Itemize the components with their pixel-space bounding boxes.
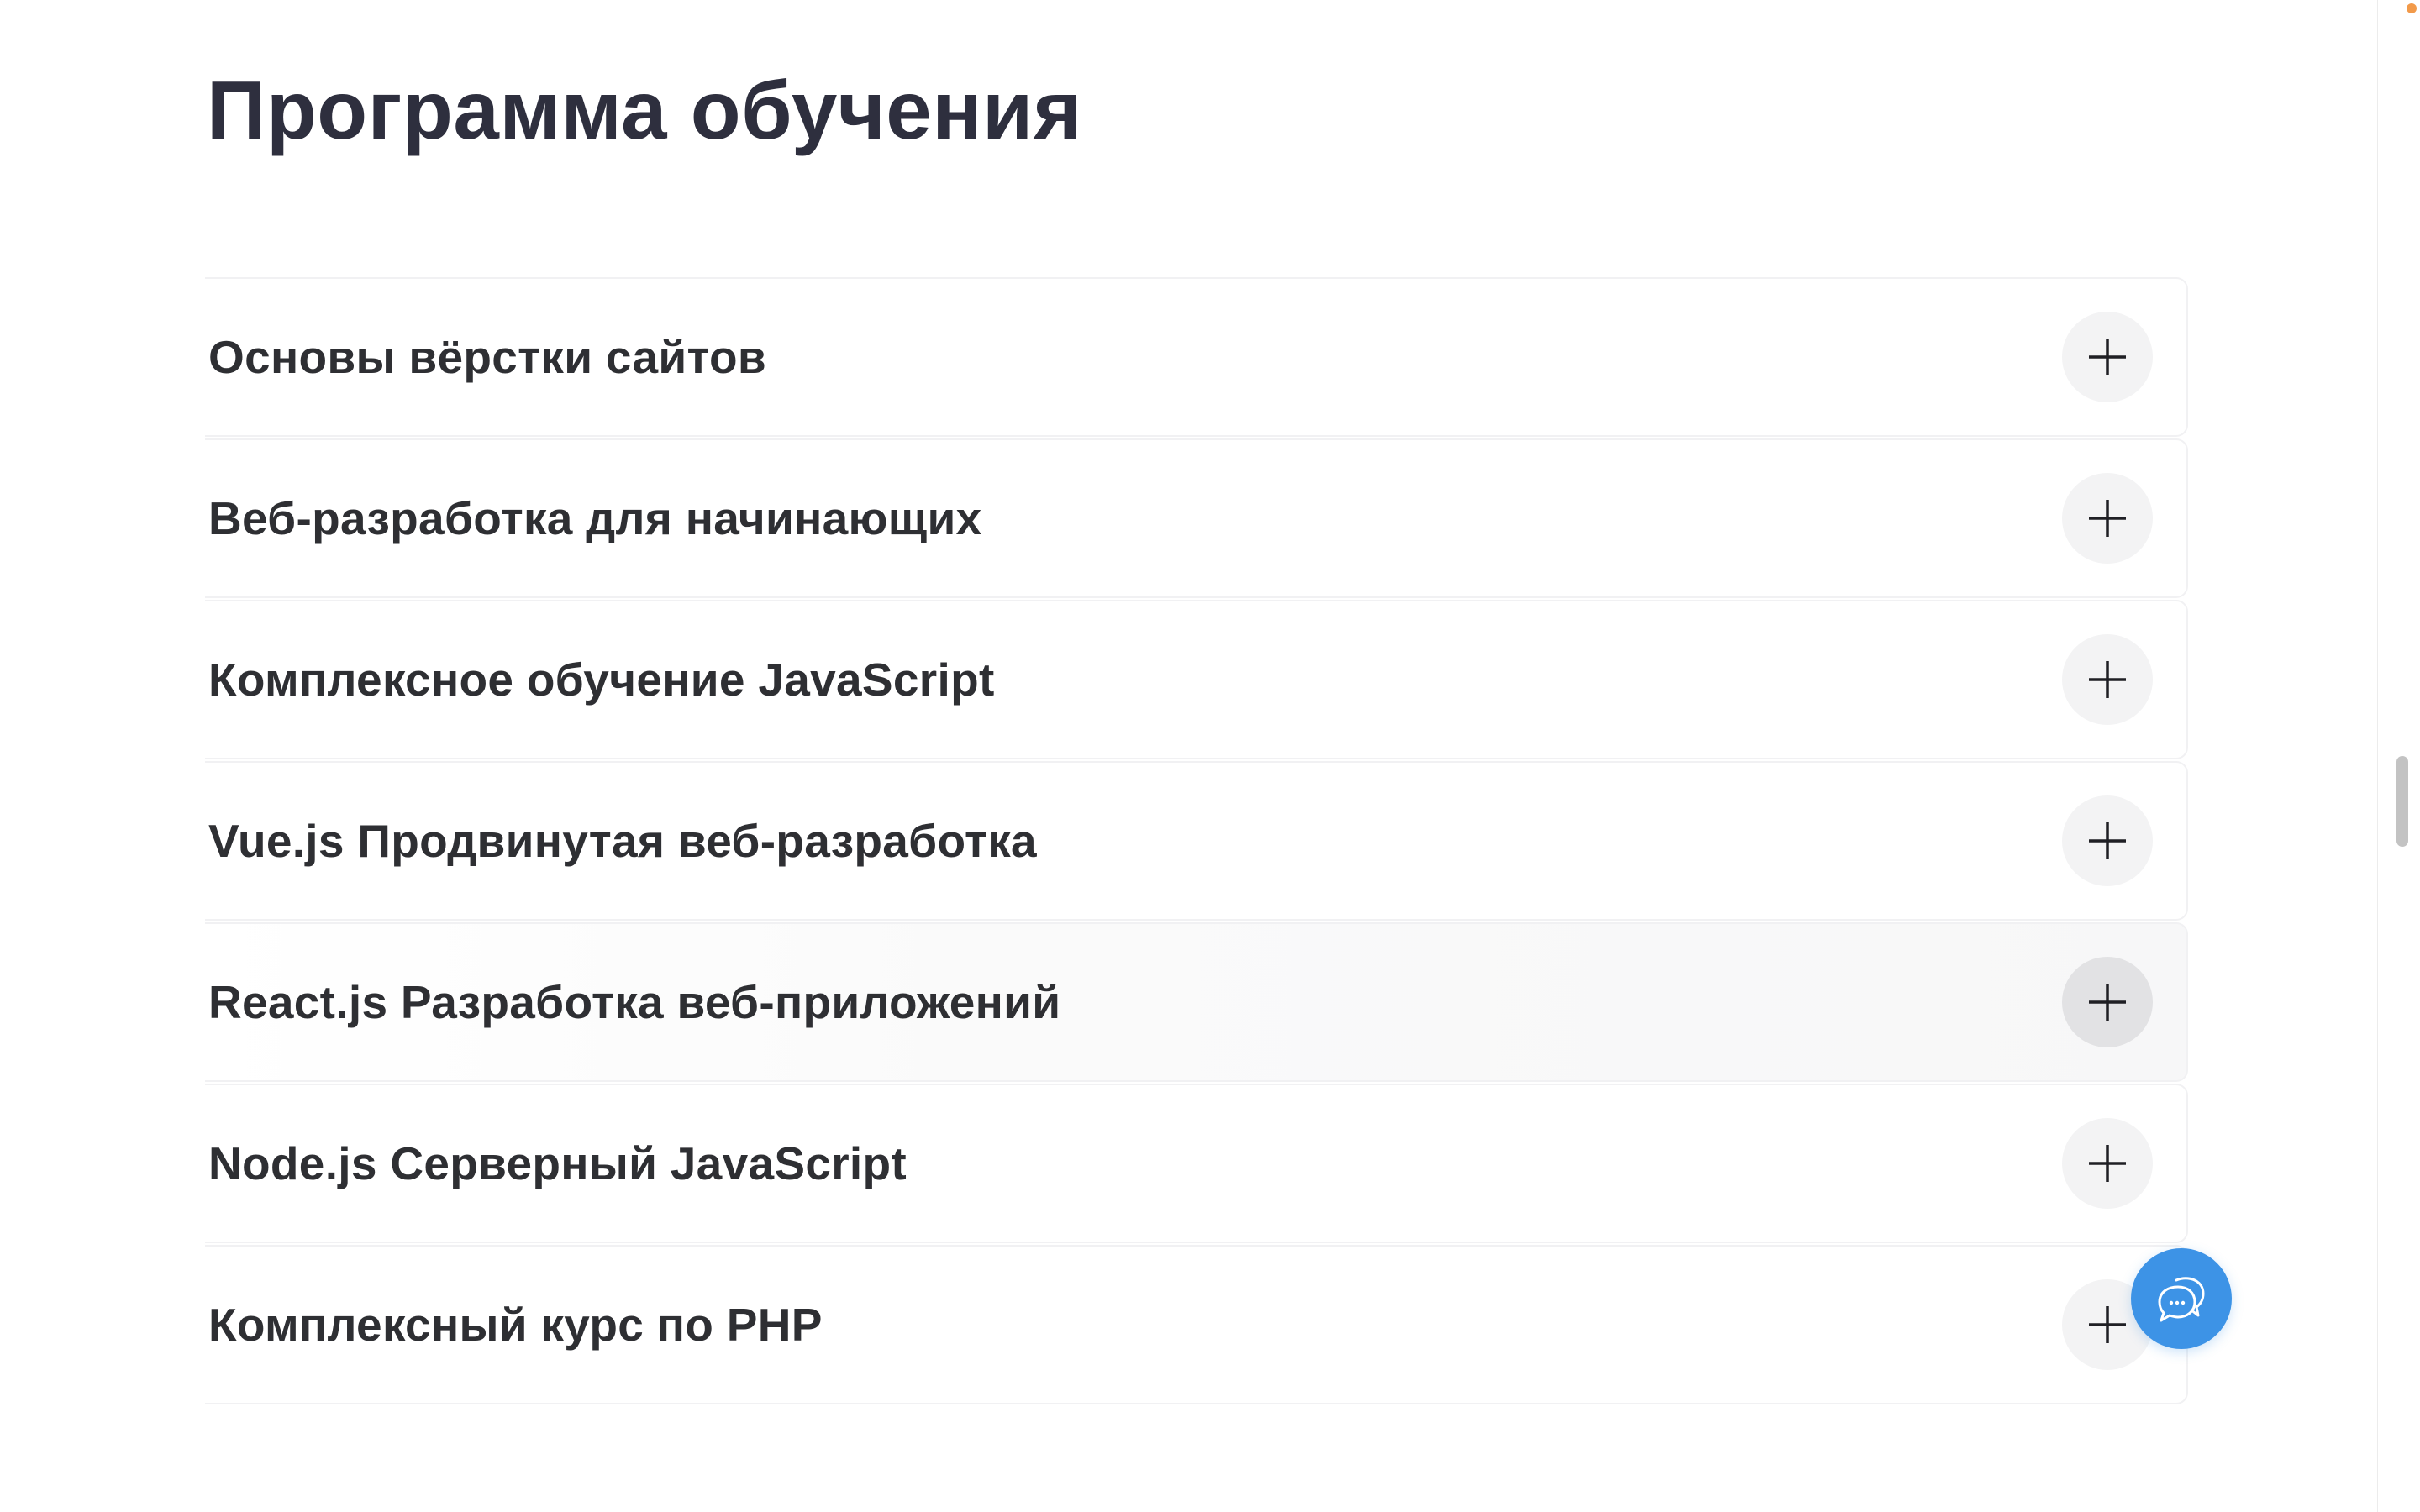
plus-icon	[2089, 984, 2126, 1021]
expand-button[interactable]	[2062, 634, 2153, 725]
vertical-scrollbar[interactable]	[2377, 0, 2420, 1512]
expand-button[interactable]	[2062, 957, 2153, 1047]
accordion-item-php[interactable]: Комплексный курс по PHP	[205, 1245, 2188, 1404]
page-title: Программа обучения	[207, 64, 1082, 156]
plus-icon	[2089, 1145, 2126, 1182]
plus-icon	[2089, 661, 2126, 698]
plus-icon	[2089, 822, 2126, 859]
expand-button[interactable]	[2062, 312, 2153, 402]
plus-icon	[2089, 339, 2126, 375]
scrollbar-thumb[interactable]	[2396, 756, 2408, 847]
chat-bubbles-icon	[2158, 1277, 2205, 1322]
expand-button[interactable]	[2062, 473, 2153, 564]
course-program-accordion: Основы вёрстки сайтов Веб-разработка для…	[205, 277, 2188, 1406]
plus-icon	[2089, 500, 2126, 537]
accordion-item-javascript[interactable]: Комплексное обучение JavaScript	[205, 600, 2188, 759]
expand-button[interactable]	[2062, 1118, 2153, 1209]
accordion-item-title: Основы вёрстки сайтов	[208, 331, 766, 383]
accordion-item-title: Веб-разработка для начинающих	[208, 492, 982, 544]
accordion-item-title: Vue.js Продвинутая веб-разработка	[208, 815, 1037, 867]
page: Программа обучения Основы вёрстки сайтов…	[0, 0, 2420, 1512]
accordion-item-web-beginners[interactable]: Веб-разработка для начинающих	[205, 438, 2188, 598]
accordion-item-node[interactable]: Node.js Серверный JavaScript	[205, 1084, 2188, 1243]
accordion-item-title: Комплексный курс по PHP	[208, 1299, 823, 1351]
accordion-item-react[interactable]: React.js Разработка веб-приложений	[205, 922, 2188, 1082]
accordion-item-title: Комплексное обучение JavaScript	[208, 654, 995, 706]
accordion-item-title: React.js Разработка веб-приложений	[208, 976, 1061, 1028]
accordion-item-html-basics[interactable]: Основы вёрстки сайтов	[205, 277, 2188, 437]
chat-widget-button[interactable]	[2131, 1248, 2232, 1349]
accordion-item-title: Node.js Серверный JavaScript	[208, 1137, 908, 1189]
accordion-item-vue[interactable]: Vue.js Продвинутая веб-разработка	[205, 761, 2188, 921]
expand-button[interactable]	[2062, 795, 2153, 886]
plus-icon	[2089, 1306, 2126, 1343]
notification-dot	[2407, 3, 2417, 13]
